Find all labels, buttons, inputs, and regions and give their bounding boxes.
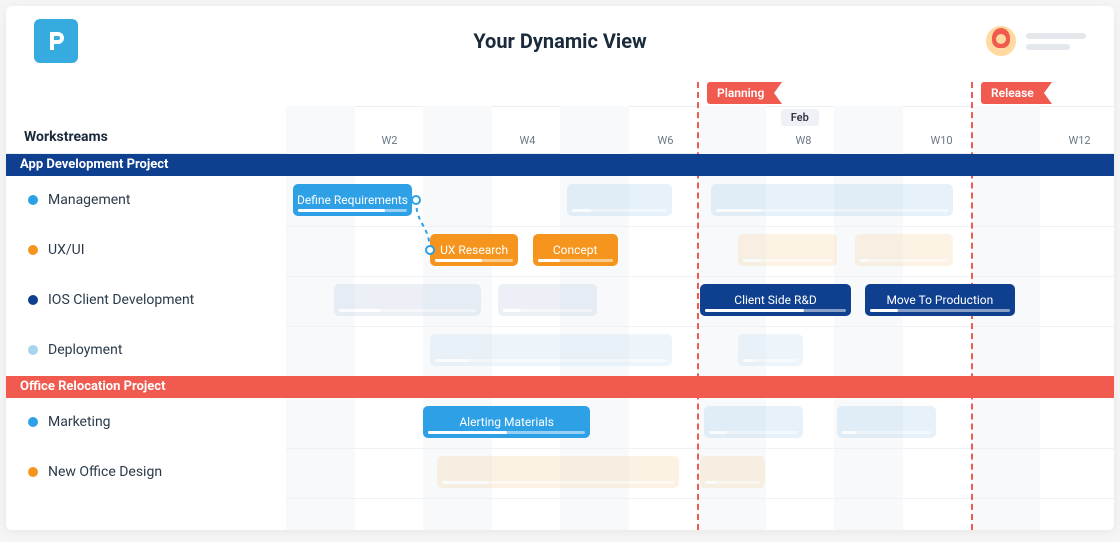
workstream-dot-icon: [28, 417, 38, 427]
workstream-label[interactable]: Marketing: [6, 398, 286, 446]
task-progress: [716, 209, 949, 212]
task-progress: [538, 259, 613, 262]
app-logo[interactable]: [34, 19, 78, 63]
workstream-text: UX/UI: [48, 242, 85, 258]
task-bar-ghost[interactable]: [430, 334, 673, 366]
task-bar-ghost[interactable]: [567, 184, 673, 216]
task-progress: [339, 309, 476, 312]
task-progress: [572, 209, 668, 212]
workstream-text: New Office Design: [48, 464, 162, 480]
task-bar-ghost[interactable]: [437, 456, 680, 488]
task-progress: [435, 259, 513, 262]
week-header: W8: [769, 128, 838, 153]
page-title: Your Dynamic View: [473, 29, 646, 53]
task-bar[interactable]: UX Research: [430, 234, 518, 266]
section-band: Office Relocation Project: [6, 376, 1114, 398]
workstream-label[interactable]: UX/UI: [6, 226, 286, 274]
week-header: W4: [493, 128, 562, 153]
workstream-text: Marketing: [48, 414, 111, 430]
dependency-dot-icon: [425, 245, 435, 255]
task-bar[interactable]: Define Requirements: [293, 184, 412, 216]
workstream-dot-icon: [28, 345, 38, 355]
task-bar-ghost[interactable]: [855, 234, 954, 266]
task-bar-ghost[interactable]: [498, 284, 597, 316]
workstream-text: Deployment: [48, 342, 122, 358]
week-header: W6: [631, 128, 700, 153]
workstream-dot-icon: [28, 295, 38, 305]
task-bar-ghost[interactable]: [711, 184, 954, 216]
section-band: App Development Project: [6, 154, 1114, 176]
task-progress: [709, 431, 798, 434]
task-bar-ghost[interactable]: [704, 406, 803, 438]
task-bar-ghost[interactable]: [334, 284, 481, 316]
workstream-label[interactable]: Deployment: [6, 326, 286, 374]
task-progress: [743, 359, 798, 362]
task-label: Move To Production: [886, 293, 993, 307]
task-progress: [428, 431, 585, 434]
task-bar-ghost[interactable]: [837, 406, 936, 438]
task-bar[interactable]: Concept: [533, 234, 618, 266]
workstream-label[interactable]: New Office Design: [6, 448, 286, 496]
task-label: Concept: [553, 243, 598, 257]
task-progress: [870, 309, 1010, 312]
task-label: Client Side R&D: [734, 293, 816, 307]
workstream-dot-icon: [28, 245, 38, 255]
milestone-flag[interactable]: Planning: [707, 82, 774, 104]
milestone-line: [697, 82, 699, 530]
workstream-dot-icon: [28, 467, 38, 477]
task-bar[interactable]: Alerting Materials: [423, 406, 590, 438]
task-bar-ghost[interactable]: [738, 334, 803, 366]
week-header: W10: [907, 128, 976, 153]
task-progress: [503, 309, 592, 312]
workstream-label[interactable]: Management: [6, 176, 286, 224]
month-chip: Feb: [781, 109, 819, 126]
logo-p-icon: [44, 29, 68, 53]
workstream-text: Management: [48, 192, 130, 208]
task-progress: [743, 259, 832, 262]
workstream-text: IOS Client Development: [48, 292, 194, 308]
task-label: Define Requirements: [297, 193, 408, 207]
avatar[interactable]: [986, 26, 1016, 56]
task-progress: [442, 481, 675, 484]
task-bar-ghost[interactable]: [738, 234, 837, 266]
workstream-dot-icon: [28, 195, 38, 205]
week-header: W2: [355, 128, 424, 153]
task-progress: [435, 359, 668, 362]
milestone-flag[interactable]: Release: [981, 82, 1044, 104]
task-progress: [298, 209, 407, 212]
task-progress: [705, 309, 845, 312]
task-progress: [860, 259, 949, 262]
task-progress: [705, 481, 760, 484]
workstream-label[interactable]: IOS Client Development: [6, 276, 286, 324]
task-bar-ghost[interactable]: [700, 456, 765, 488]
sidebar-header: Workstreams: [6, 106, 286, 154]
user-placeholder: [1026, 33, 1086, 50]
task-bar[interactable]: Move To Production: [865, 284, 1015, 316]
week-header: W12: [1045, 128, 1114, 153]
task-progress: [842, 431, 931, 434]
task-label: UX Research: [440, 243, 508, 257]
task-label: Alerting Materials: [459, 415, 554, 429]
task-bar[interactable]: Client Side R&D: [700, 284, 850, 316]
